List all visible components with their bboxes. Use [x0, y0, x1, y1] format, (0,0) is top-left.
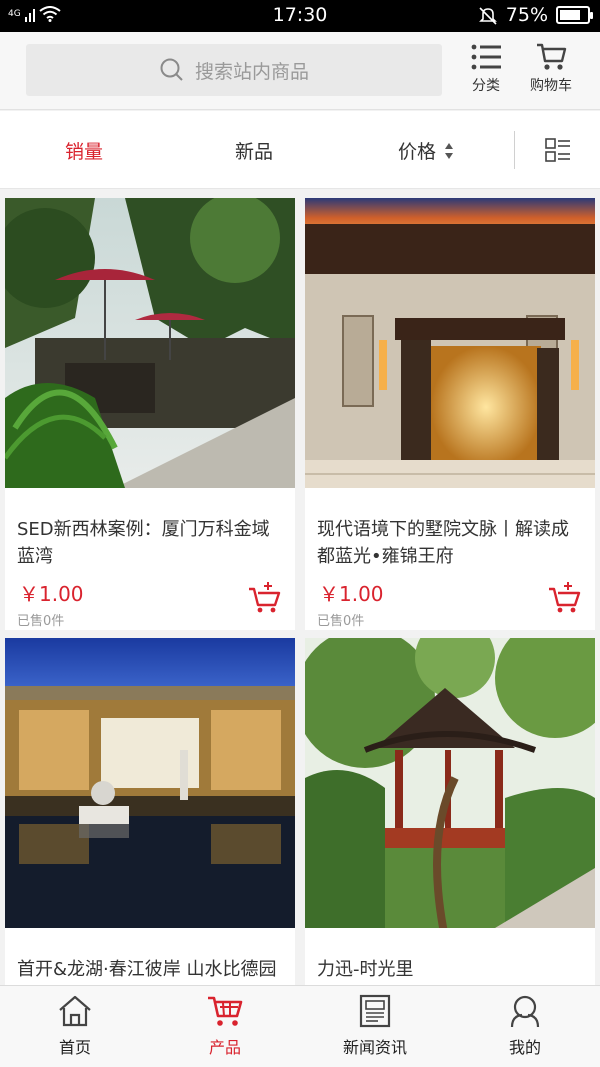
home-icon [59, 995, 91, 1027]
status-right: 75% [478, 4, 593, 26]
status-bar: 4G 17:30 75% [0, 0, 600, 32]
sort-price-label: 价格 [398, 141, 437, 163]
search-placeholder: 搜索站内商品 [194, 60, 309, 83]
cart-icon [208, 996, 243, 1026]
product-grid: SED新西林案例：厦门万科金域蓝湾 ￥1.00 已售0件 现代语境下的墅院文脉丨… [0, 190, 600, 985]
product-card[interactable]: SED新西林案例：厦门万科金域蓝湾 ￥1.00 已售0件 [5, 198, 295, 630]
sort-tab-new[interactable]: 新品 [235, 137, 273, 164]
cart-icon [537, 43, 567, 70]
product-title: SED新西林案例：厦门万科金域蓝湾 [17, 519, 270, 567]
tab-products[interactable]: 产品 [150, 994, 300, 1058]
newspaper-icon [359, 994, 391, 1028]
tab-products-label: 产品 [208, 1038, 241, 1057]
bottom-tabbar: 首页 产品 新闻资讯 我的 [0, 985, 600, 1067]
add-to-cart-icon[interactable] [247, 580, 281, 614]
layout-toggle-icon[interactable] [545, 138, 571, 162]
product-sold-count: 已售0件 [317, 614, 365, 629]
sort-bar: 销量 新品 价格 [0, 111, 600, 189]
tab-news[interactable]: 新闻资讯 [300, 994, 450, 1058]
tab-mine[interactable]: 我的 [450, 994, 600, 1058]
sort-tab-price[interactable]: 价格 [398, 137, 454, 164]
product-title: 首开&龙湖·春江彼岸 山水比德园林集团 [17, 959, 277, 980]
product-title: 力迅-时光里 [317, 959, 414, 980]
battery-percent: 75% [505, 4, 548, 26]
tab-news-label: 新闻资讯 [342, 1038, 407, 1057]
product-image-chinese-pavilion [305, 638, 595, 928]
user-icon [510, 995, 540, 1028]
category-label: 分类 [472, 78, 500, 94]
product-image-pavilion-pool [5, 638, 295, 928]
tab-home[interactable]: 首页 [0, 994, 150, 1058]
add-to-cart-icon[interactable] [547, 580, 581, 614]
sort-tab-sales[interactable]: 销量 [65, 137, 103, 164]
tab-mine-label: 我的 [508, 1038, 541, 1057]
product-image-garden-terrace [5, 198, 295, 488]
product-card[interactable]: 首开&龙湖·春江彼岸 山水比德园林集团 [5, 638, 295, 985]
product-sold-count: 已售0件 [17, 614, 65, 629]
product-price: ￥1.00 [19, 582, 84, 606]
product-title: 现代语境下的墅院文脉丨解读成都蓝光•雍锦王府 [317, 519, 569, 567]
category-button[interactable]: 分类 [456, 42, 516, 102]
tab-home-label: 首页 [58, 1038, 91, 1057]
battery-fill [560, 10, 580, 20]
product-card[interactable]: 力迅-时光里 [305, 638, 595, 985]
search-input[interactable]: 搜索站内商品 [26, 44, 442, 96]
list-icon [471, 44, 501, 70]
silent-bell-icon [478, 7, 497, 25]
sort-divider [514, 131, 515, 169]
cart-button[interactable]: 购物车 [521, 42, 581, 102]
search-icon [160, 58, 183, 81]
product-image-courtyard-gate [305, 198, 595, 488]
header: 搜索站内商品 分类 购物车 [0, 32, 600, 110]
sort-arrows-icon [445, 142, 454, 159]
app-root: 4G 17:30 75% 搜索站内商品 分类 购物车 销量 新品 价格 SED新… [0, 0, 600, 1067]
cart-label: 购物车 [530, 78, 572, 94]
product-price: ￥1.00 [319, 582, 384, 606]
product-card[interactable]: 现代语境下的墅院文脉丨解读成都蓝光•雍锦王府 ￥1.00 已售0件 [305, 198, 595, 630]
battery-icon [556, 6, 593, 24]
